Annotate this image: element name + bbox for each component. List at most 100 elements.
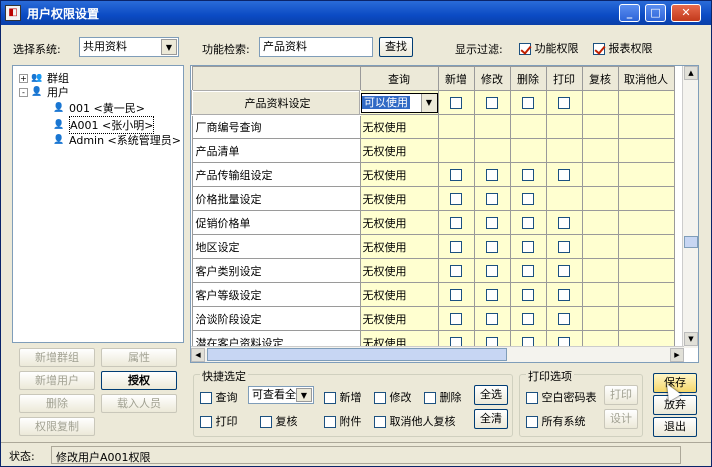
copy-permission-button[interactable]: 权限复制 xyxy=(19,417,95,436)
permission-cell[interactable] xyxy=(509,210,547,235)
column-header[interactable]: 新增 xyxy=(437,66,475,91)
permission-checkbox[interactable] xyxy=(522,289,534,301)
permission-checkbox[interactable] xyxy=(558,313,570,325)
chevron-down-icon[interactable]: ▼ xyxy=(420,93,437,112)
permission-cell[interactable] xyxy=(473,258,511,283)
quick-query-option[interactable]: 查询 xyxy=(200,389,238,405)
quick-review-option[interactable]: 复核 xyxy=(260,413,298,429)
permission-checkbox[interactable] xyxy=(486,265,498,277)
quick-print-checkbox[interactable] xyxy=(200,416,212,428)
permission-cell[interactable] xyxy=(545,162,583,187)
query-cell[interactable]: 无权使用 xyxy=(359,306,439,331)
permission-checkbox[interactable] xyxy=(522,217,534,229)
quick-add-option[interactable]: 新增 xyxy=(324,389,362,405)
query-cell[interactable]: 无权使用 xyxy=(359,258,439,283)
filter-function-option[interactable]: 功能权限 xyxy=(519,40,579,56)
query-cell[interactable]: 无权使用 xyxy=(359,282,439,307)
permission-checkbox[interactable] xyxy=(450,241,462,253)
permission-checkbox[interactable] xyxy=(522,193,534,205)
scroll-right-icon[interactable]: ▶ xyxy=(670,348,684,362)
query-cell[interactable]: 可以使用 ▼ xyxy=(359,90,439,115)
add-user-button[interactable]: 新增用户 xyxy=(19,371,95,390)
query-cell[interactable]: 无权使用 xyxy=(359,162,439,187)
table-row[interactable]: 产品资料设定 可以使用 ▼ xyxy=(191,89,675,116)
query-cell[interactable]: 无权使用 xyxy=(359,234,439,259)
query-cell[interactable]: 无权使用 xyxy=(359,114,439,139)
permission-checkbox[interactable] xyxy=(486,169,498,181)
permission-cell[interactable] xyxy=(473,234,511,259)
permission-checkbox[interactable] xyxy=(558,217,570,229)
discard-button[interactable]: 放弃 xyxy=(653,395,697,415)
permission-checkbox[interactable] xyxy=(558,265,570,277)
query-cell[interactable]: 无权使用 xyxy=(359,186,439,211)
permission-cell[interactable] xyxy=(545,306,583,331)
permission-cell[interactable] xyxy=(473,162,511,187)
table-row[interactable]: 客户类别设定 无权使用 xyxy=(191,258,675,283)
maximize-button[interactable]: □ xyxy=(645,4,666,22)
filter-report-checkbox[interactable] xyxy=(593,43,605,55)
permission-cell[interactable] xyxy=(437,282,475,307)
permission-cell[interactable] xyxy=(545,282,583,307)
permission-checkbox[interactable] xyxy=(450,193,462,205)
quick-add-checkbox[interactable] xyxy=(324,392,336,404)
vertical-scrollbar[interactable]: ▲ ▼ xyxy=(682,66,698,348)
permission-checkbox[interactable] xyxy=(522,97,534,109)
all-systems-option[interactable]: 所有系统 xyxy=(526,413,586,429)
permission-checkbox[interactable] xyxy=(450,169,462,181)
table-row[interactable]: 促销价格单 无权使用 xyxy=(191,210,675,235)
tree-node-user-001[interactable]: 👤 001 <黄一民> xyxy=(53,100,145,116)
permission-cell[interactable] xyxy=(545,234,583,259)
permission-checkbox[interactable] xyxy=(450,313,462,325)
permission-cell[interactable] xyxy=(473,186,511,211)
permission-cell[interactable] xyxy=(509,186,547,211)
design-button[interactable]: 设计 xyxy=(604,409,638,429)
quick-query-select[interactable]: 可查看全 ▼ xyxy=(248,386,314,404)
permission-cell[interactable] xyxy=(545,210,583,235)
permission-checkbox[interactable] xyxy=(522,169,534,181)
column-header[interactable]: 复核 xyxy=(581,66,619,91)
permission-checkbox[interactable] xyxy=(486,289,498,301)
permission-checkbox[interactable] xyxy=(450,289,462,301)
table-row[interactable]: 价格批量设定 无权使用 xyxy=(191,186,675,211)
exit-button[interactable]: 退出 xyxy=(653,417,697,437)
permission-checkbox[interactable] xyxy=(450,265,462,277)
column-header[interactable]: 修改 xyxy=(473,66,511,91)
collapse-icon[interactable]: - xyxy=(19,87,28,97)
print-button[interactable]: 打印 xyxy=(604,385,638,405)
filter-report-option[interactable]: 报表权限 xyxy=(593,40,653,56)
column-header[interactable]: 删除 xyxy=(509,66,547,91)
permission-cell[interactable] xyxy=(509,258,547,283)
clear-all-button[interactable]: 全清 xyxy=(474,409,508,429)
chevron-down-icon[interactable]: ▼ xyxy=(296,388,312,402)
quick-edit-option[interactable]: 修改 xyxy=(374,389,412,405)
column-header[interactable]: 查询 xyxy=(359,66,439,91)
permission-checkbox[interactable] xyxy=(558,289,570,301)
permission-checkbox[interactable] xyxy=(450,97,462,109)
permission-cell[interactable] xyxy=(545,258,583,283)
quick-attach-option[interactable]: 附件 xyxy=(324,413,362,429)
permission-checkbox[interactable] xyxy=(486,97,498,109)
permission-cell[interactable] xyxy=(437,258,475,283)
quick-query-checkbox[interactable] xyxy=(200,392,212,404)
permission-cell[interactable] xyxy=(545,90,583,115)
table-row[interactable]: 厂商编号查询 无权使用 xyxy=(191,114,675,139)
permission-cell[interactable] xyxy=(437,210,475,235)
table-row[interactable]: 客户等级设定 无权使用 xyxy=(191,282,675,307)
search-button[interactable]: 查找 xyxy=(379,37,413,57)
permission-checkbox[interactable] xyxy=(450,217,462,229)
permission-cell[interactable] xyxy=(437,162,475,187)
permission-checkbox[interactable] xyxy=(558,97,570,109)
search-input[interactable]: 产品资料 xyxy=(259,37,373,57)
quick-attach-checkbox[interactable] xyxy=(324,416,336,428)
quick-review-checkbox[interactable] xyxy=(260,416,272,428)
quick-delete-option[interactable]: 删除 xyxy=(424,389,462,405)
permission-cell[interactable] xyxy=(509,90,547,115)
vertical-scroll-thumb[interactable] xyxy=(684,236,698,248)
load-users-button[interactable]: 载入人员 xyxy=(101,394,177,413)
permission-checkbox[interactable] xyxy=(522,313,534,325)
blank-password-option[interactable]: 空白密码表 xyxy=(526,389,597,405)
horizontal-scroll-thumb[interactable] xyxy=(207,348,507,361)
quick-edit-checkbox[interactable] xyxy=(374,392,386,404)
table-row[interactable]: 洽谈阶段设定 无权使用 xyxy=(191,306,675,331)
quick-delete-checkbox[interactable] xyxy=(424,392,436,404)
